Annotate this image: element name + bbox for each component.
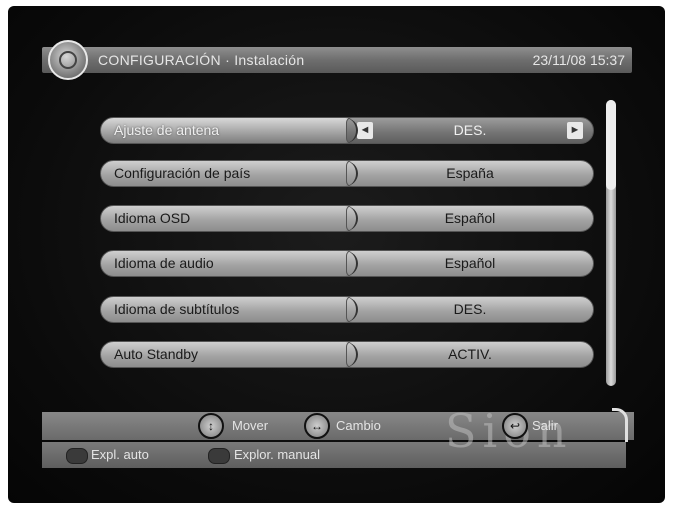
setting-label: Idioma OSD bbox=[100, 205, 355, 232]
left-right-arrows-icon: ↔ bbox=[304, 413, 330, 439]
setting-label: Configuración de país bbox=[100, 160, 355, 187]
datetime-display: 23/11/08 15:37 bbox=[532, 52, 625, 68]
brand-hook-graphic bbox=[612, 408, 628, 442]
exit-icon[interactable]: ↩ bbox=[502, 413, 528, 439]
setting-row-auto-standby[interactable]: Auto Standby ACTIV. bbox=[100, 341, 594, 368]
green-button-icon[interactable] bbox=[208, 448, 230, 464]
scrollbar[interactable] bbox=[606, 100, 616, 386]
red-button-icon[interactable] bbox=[66, 448, 88, 464]
move-hint: Mover bbox=[232, 418, 269, 433]
manual-scan-option[interactable]: Explor. manual bbox=[234, 447, 320, 462]
change-hint: Cambio bbox=[336, 418, 381, 433]
setting-row-osd-language[interactable]: Idioma OSD Español bbox=[100, 205, 594, 232]
setting-value[interactable]: ◄ DES. ► bbox=[346, 117, 594, 144]
up-down-arrows-icon: ↕ bbox=[198, 413, 224, 439]
auto-scan-option[interactable]: Expl. auto bbox=[91, 447, 149, 462]
setting-label: Idioma de subtítulos bbox=[100, 296, 355, 323]
setting-label: Ajuste de antena bbox=[100, 117, 355, 144]
setting-value[interactable]: DES. bbox=[346, 296, 594, 323]
page-title: CONFIGURACIÓN · Instalación bbox=[98, 52, 305, 68]
setting-value[interactable]: Español bbox=[346, 250, 594, 277]
setting-value[interactable]: España bbox=[346, 160, 594, 187]
left-arrow-icon[interactable]: ◄ bbox=[357, 122, 373, 139]
setting-row-subtitle-language[interactable]: Idioma de subtítulos DES. bbox=[100, 296, 594, 323]
setting-value[interactable]: ACTIV. bbox=[346, 341, 594, 368]
setting-label: Auto Standby bbox=[100, 341, 355, 368]
exit-hint[interactable]: Salir bbox=[532, 418, 558, 433]
setting-label: Idioma de audio bbox=[100, 250, 355, 277]
setting-row-audio-language[interactable]: Idioma de audio Español bbox=[100, 250, 594, 277]
setting-value[interactable]: Español bbox=[346, 205, 594, 232]
scrollbar-thumb[interactable] bbox=[606, 100, 616, 190]
setting-row-country[interactable]: Configuración de país España bbox=[100, 160, 594, 187]
setting-row-antenna[interactable]: Ajuste de antena ◄ DES. ► bbox=[100, 117, 594, 144]
right-arrow-icon[interactable]: ► bbox=[567, 122, 583, 139]
setting-value-text: DES. bbox=[453, 122, 487, 138]
settings-disc-icon bbox=[48, 40, 88, 80]
